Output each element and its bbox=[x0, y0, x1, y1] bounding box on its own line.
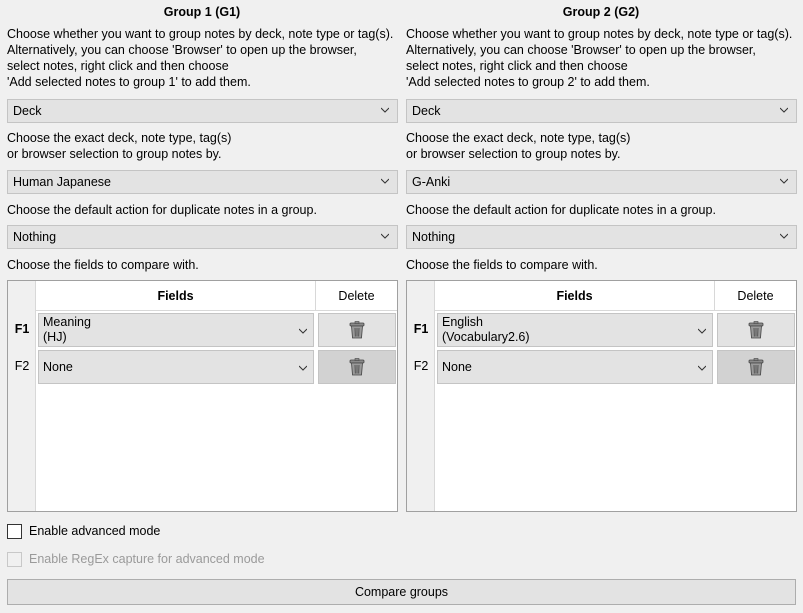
chevron-down-icon bbox=[299, 365, 307, 371]
duplicate-action-value: Nothing bbox=[412, 230, 456, 244]
delete-row-button[interactable] bbox=[717, 350, 795, 384]
row-number: F2 bbox=[14, 359, 30, 373]
field-name: None bbox=[442, 359, 472, 374]
fields-column-header: Fields bbox=[435, 281, 715, 311]
chevron-down-icon bbox=[381, 233, 389, 239]
fields-column-header: Fields bbox=[36, 281, 316, 311]
group-description: Choose whether you want to group notes b… bbox=[7, 27, 394, 89]
fields-table: Fields Delete F1 English (Vocabulary2.6) bbox=[406, 280, 797, 512]
exact-selection-label: Choose the exact deck, note type, tag(s)… bbox=[406, 131, 631, 161]
row-number: F1 bbox=[413, 322, 429, 336]
group-1-panel: Group 1 (G1) Choose whether you want to … bbox=[7, 0, 398, 512]
advanced-mode-option[interactable]: Enable advanced mode bbox=[7, 522, 160, 540]
delete-column-header: Delete bbox=[316, 281, 397, 311]
field-select[interactable]: Meaning (HJ) bbox=[38, 313, 314, 347]
trash-icon bbox=[349, 358, 365, 376]
group-2-panel: Group 2 (G2) Choose whether you want to … bbox=[406, 0, 797, 512]
regex-capture-label: Enable RegEx capture for advanced mode bbox=[29, 552, 265, 566]
field-select[interactable]: None bbox=[437, 350, 713, 384]
field-name: Meaning bbox=[43, 315, 91, 329]
field-select[interactable]: None bbox=[38, 350, 314, 384]
chevron-down-icon bbox=[381, 178, 389, 184]
exact-selection-value: G-Anki bbox=[412, 175, 451, 189]
group-by-select[interactable]: Deck bbox=[406, 99, 797, 123]
group-title: Group 2 (G2) bbox=[562, 5, 640, 19]
table-row: F2 None bbox=[8, 348, 397, 385]
duplicate-action-select[interactable]: Nothing bbox=[7, 225, 398, 249]
field-source: (HJ) bbox=[43, 330, 67, 344]
chevron-down-icon bbox=[299, 328, 307, 334]
advanced-mode-checkbox[interactable] bbox=[7, 523, 22, 539]
table-row: F1 Meaning (HJ) bbox=[8, 311, 397, 348]
fields-table: Fields Delete F1 Meaning (HJ) F2 None bbox=[7, 280, 398, 512]
field-name: None bbox=[43, 359, 73, 374]
chevron-down-icon bbox=[780, 233, 788, 239]
regex-capture-checkbox bbox=[7, 551, 22, 567]
group-by-value: Deck bbox=[412, 104, 441, 118]
duplicate-action-label: Choose the default action for duplicate … bbox=[406, 203, 716, 217]
fields-label: Choose the fields to compare with. bbox=[406, 258, 598, 272]
group-by-value: Deck bbox=[13, 104, 42, 118]
fields-label: Choose the fields to compare with. bbox=[7, 258, 199, 272]
exact-selection-value: Human Japanese bbox=[13, 175, 111, 189]
chevron-down-icon bbox=[780, 107, 788, 113]
exact-selection-select[interactable]: G-Anki bbox=[406, 170, 797, 194]
group-description: Choose whether you want to group notes b… bbox=[406, 27, 793, 89]
table-row: F1 English (Vocabulary2.6) bbox=[407, 311, 796, 348]
field-name: English bbox=[442, 315, 483, 329]
chevron-down-icon bbox=[780, 178, 788, 184]
chevron-down-icon bbox=[698, 365, 706, 371]
duplicate-action-label: Choose the default action for duplicate … bbox=[7, 203, 317, 217]
row-number: F1 bbox=[14, 322, 30, 336]
chevron-down-icon bbox=[698, 328, 706, 334]
compare-groups-button[interactable]: Compare groups bbox=[7, 579, 796, 605]
group-title: Group 1 (G1) bbox=[163, 5, 241, 19]
duplicate-action-select[interactable]: Nothing bbox=[406, 225, 797, 249]
table-row: F2 None bbox=[407, 348, 796, 385]
delete-column-header: Delete bbox=[715, 281, 796, 311]
field-source: (Vocabulary2.6) bbox=[442, 330, 530, 344]
trash-icon bbox=[748, 358, 764, 376]
advanced-mode-label: Enable advanced mode bbox=[29, 524, 161, 538]
delete-row-button[interactable] bbox=[318, 350, 396, 384]
exact-selection-label: Choose the exact deck, note type, tag(s)… bbox=[7, 131, 232, 161]
trash-icon bbox=[349, 321, 365, 339]
delete-row-button[interactable] bbox=[717, 313, 795, 347]
regex-capture-option: Enable RegEx capture for advanced mode bbox=[7, 550, 265, 568]
trash-icon bbox=[748, 321, 764, 339]
field-select[interactable]: English (Vocabulary2.6) bbox=[437, 313, 713, 347]
row-number: F2 bbox=[413, 359, 429, 373]
compare-groups-dialog: Group 1 (G1) Choose whether you want to … bbox=[0, 0, 803, 613]
group-by-select[interactable]: Deck bbox=[7, 99, 398, 123]
chevron-down-icon bbox=[381, 107, 389, 113]
exact-selection-select[interactable]: Human Japanese bbox=[7, 170, 398, 194]
delete-row-button[interactable] bbox=[318, 313, 396, 347]
duplicate-action-value: Nothing bbox=[13, 230, 57, 244]
